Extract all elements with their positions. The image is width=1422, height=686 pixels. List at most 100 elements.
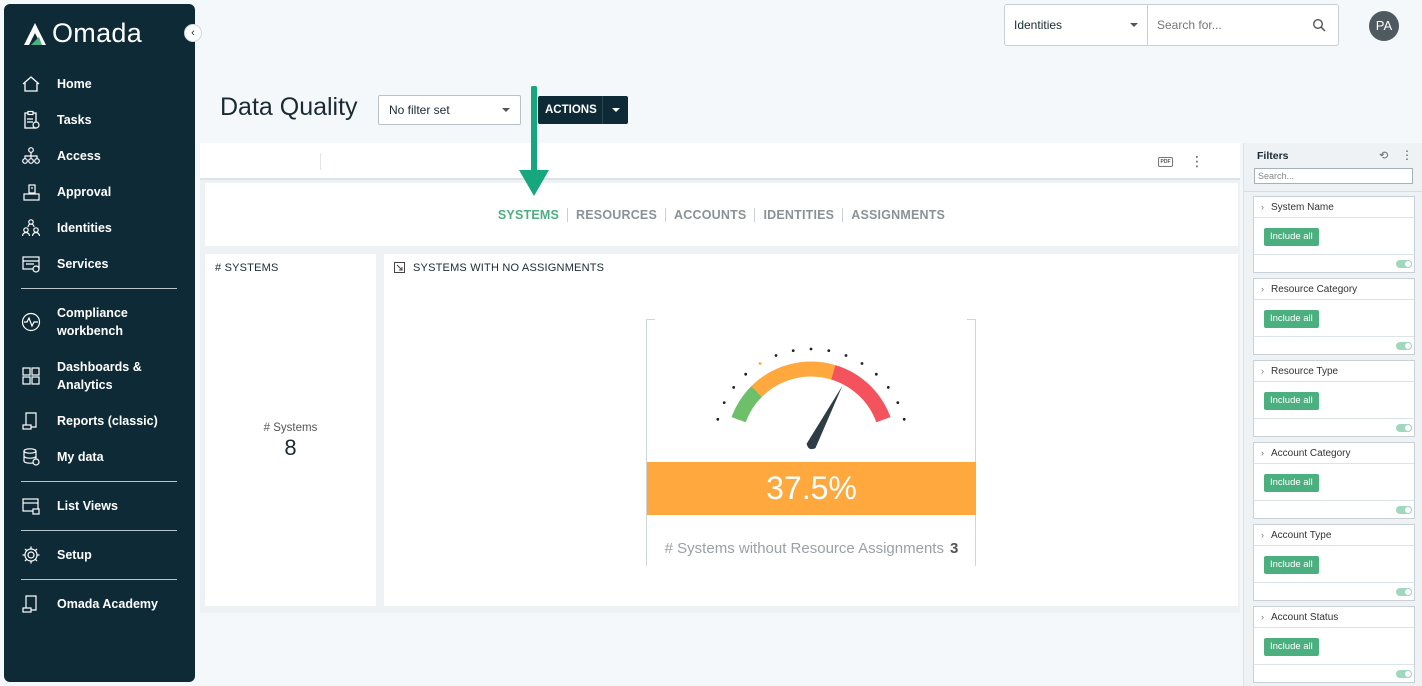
filter-group-label: Account Category — [1271, 448, 1351, 459]
filter-toggle[interactable] — [1396, 506, 1412, 514]
sidebar-item-identities[interactable]: Identities — [4, 210, 195, 246]
chevron-right-icon: › — [1261, 448, 1264, 458]
sidebar-item-access[interactable]: Access — [4, 138, 195, 174]
filters-title: Filters — [1257, 150, 1289, 162]
chevron-down-icon — [502, 108, 510, 112]
filter-toggle[interactable] — [1396, 424, 1412, 432]
sidebar-item-reports-classic[interactable]: Reports (classic) — [4, 403, 195, 439]
chevron-right-icon: › — [1261, 366, 1264, 376]
sidebar-item-label: Compliance workbench — [57, 306, 128, 338]
omada-logo[interactable]: Omada — [22, 18, 142, 49]
filter-group-label: Account Status — [1271, 612, 1339, 623]
sidebar-item-services[interactable]: Services — [4, 246, 195, 282]
filter-select[interactable]: No filter set — [378, 95, 521, 125]
filter-group-header[interactable]: › Account Type — [1254, 525, 1414, 546]
filter-group-header[interactable]: › System Name — [1254, 197, 1414, 218]
filter-select-value: No filter set — [389, 103, 450, 117]
gauge-tick — [744, 372, 748, 376]
card-title: SYSTEMS WITH NO ASSIGNMENTS — [413, 262, 605, 274]
filter-group-divider — [1254, 336, 1414, 337]
filter-group-header[interactable]: › Resource Type — [1254, 361, 1414, 382]
sidebar-item-dashboards-analytics[interactable]: Dashboards & Analytics — [4, 349, 195, 403]
gauge-value: 37.5% — [647, 462, 976, 515]
filter-group-header[interactable]: › Account Category — [1254, 443, 1414, 464]
gauge-arc-red — [830, 365, 891, 423]
sidebar-item-label: Home — [57, 77, 92, 91]
filter-toggle[interactable] — [1396, 588, 1412, 596]
filter-group-divider — [1254, 582, 1414, 583]
include-all-chip[interactable]: Include all — [1264, 392, 1319, 410]
pdf-export-icon[interactable]: PDF — [1158, 157, 1173, 167]
filter-group-header[interactable]: › Resource Category — [1254, 279, 1414, 300]
sidebar-nav: Home Tasks Access Approval Identities Se… — [4, 66, 195, 622]
sidebar-item-home[interactable]: Home — [4, 66, 195, 102]
sidebar-divider — [21, 288, 177, 289]
tab-accounts[interactable]: ACCOUNTS — [666, 208, 754, 222]
sidebar-item-label: Setup — [57, 548, 92, 562]
chevron-right-icon: › — [1261, 612, 1264, 622]
reset-icon[interactable]: ⟲ — [1379, 149, 1388, 162]
systems-count-card: # SYSTEMS # Systems 8 — [205, 254, 376, 606]
sidebar-item-compliance-workbench[interactable]: Compliance workbench — [4, 295, 195, 349]
chevron-right-icon: › — [1261, 284, 1264, 294]
include-all-chip[interactable]: Include all — [1264, 228, 1319, 246]
sidebar: Omada Home Tasks Access Approval Identit… — [4, 4, 195, 682]
more-options-icon[interactable]: ⋮ — [1401, 148, 1413, 162]
gauge-caption: # Systems without Resource Assignments 3 — [647, 540, 976, 557]
kpi-label: # Systems — [263, 422, 318, 434]
include-all-chip[interactable]: Include all — [1264, 310, 1319, 328]
sidebar-divider — [21, 481, 177, 482]
sidebar-item-label: Tasks — [57, 113, 92, 127]
tab-identities[interactable]: IDENTITIES — [755, 208, 842, 222]
actions-dropdown-toggle[interactable] — [602, 96, 628, 124]
gauge-tick — [896, 401, 900, 404]
filters-search-input[interactable]: Search... — [1254, 168, 1413, 184]
reports-icon — [20, 410, 42, 432]
gauge-tick — [758, 362, 762, 365]
filter-toggle[interactable] — [1396, 260, 1412, 268]
pulse-icon — [20, 311, 42, 333]
grid-icon — [20, 365, 42, 387]
include-all-chip[interactable]: Include all — [1264, 474, 1319, 492]
sidebar-item-my-data[interactable]: My data — [4, 439, 195, 475]
search-icon[interactable] — [1312, 18, 1326, 32]
filter-toggle[interactable] — [1396, 670, 1412, 678]
user-avatar[interactable]: PA — [1369, 11, 1399, 41]
filter-group-account-status: › Account Status Include all — [1253, 606, 1415, 683]
gauge-tick — [844, 354, 848, 357]
chevron-right-icon: › — [1261, 530, 1264, 540]
filter-group-divider — [1254, 664, 1414, 665]
sidebar-item-setup[interactable]: Setup — [4, 537, 195, 573]
sidebar-item-label: Omada Academy — [57, 597, 158, 611]
chevron-down-icon — [611, 108, 620, 112]
sidebar-item-omada-academy[interactable]: Omada Academy — [4, 586, 195, 622]
hierarchy-icon — [20, 145, 42, 167]
collapse-sidebar-button[interactable]: ‹ — [184, 24, 202, 42]
include-all-chip[interactable]: Include all — [1264, 556, 1319, 574]
omada-logo-icon — [24, 22, 46, 45]
filter-group-header[interactable]: › Account Status — [1254, 607, 1414, 628]
tab-systems[interactable]: SYSTEMS — [490, 208, 567, 222]
clipboard-icon — [20, 109, 42, 131]
academy-icon — [20, 593, 42, 615]
expand-icon[interactable] — [394, 262, 405, 273]
list-view-icon — [20, 495, 42, 517]
search-input[interactable]: Search for... — [1148, 5, 1338, 45]
gauge-tick — [722, 401, 726, 404]
sidebar-item-tasks[interactable]: Tasks — [4, 102, 195, 138]
tab-assignments[interactable]: ASSIGNMENTS — [843, 208, 953, 222]
search-scope-select[interactable]: Identities — [1005, 5, 1148, 45]
include-all-chip[interactable]: Include all — [1264, 638, 1319, 656]
filter-toggle[interactable] — [1396, 342, 1412, 350]
sidebar-item-list-views[interactable]: List Views — [4, 488, 195, 524]
sidebar-item-approval[interactable]: Approval — [4, 174, 195, 210]
approval-icon — [20, 181, 42, 203]
tab-resources[interactable]: RESOURCES — [568, 208, 665, 222]
more-options-icon[interactable]: ⋮ — [1190, 154, 1204, 168]
dashboard-toolbar: PDF ⋮ — [200, 143, 1240, 180]
gauge-widget: 37.5% # Systems without Resource Assignm… — [646, 319, 976, 566]
sidebar-item-label: List Views — [57, 499, 118, 513]
annotation-arrow-icon — [519, 86, 549, 196]
filter-group-label: Account Type — [1271, 530, 1332, 541]
services-icon — [20, 253, 42, 275]
